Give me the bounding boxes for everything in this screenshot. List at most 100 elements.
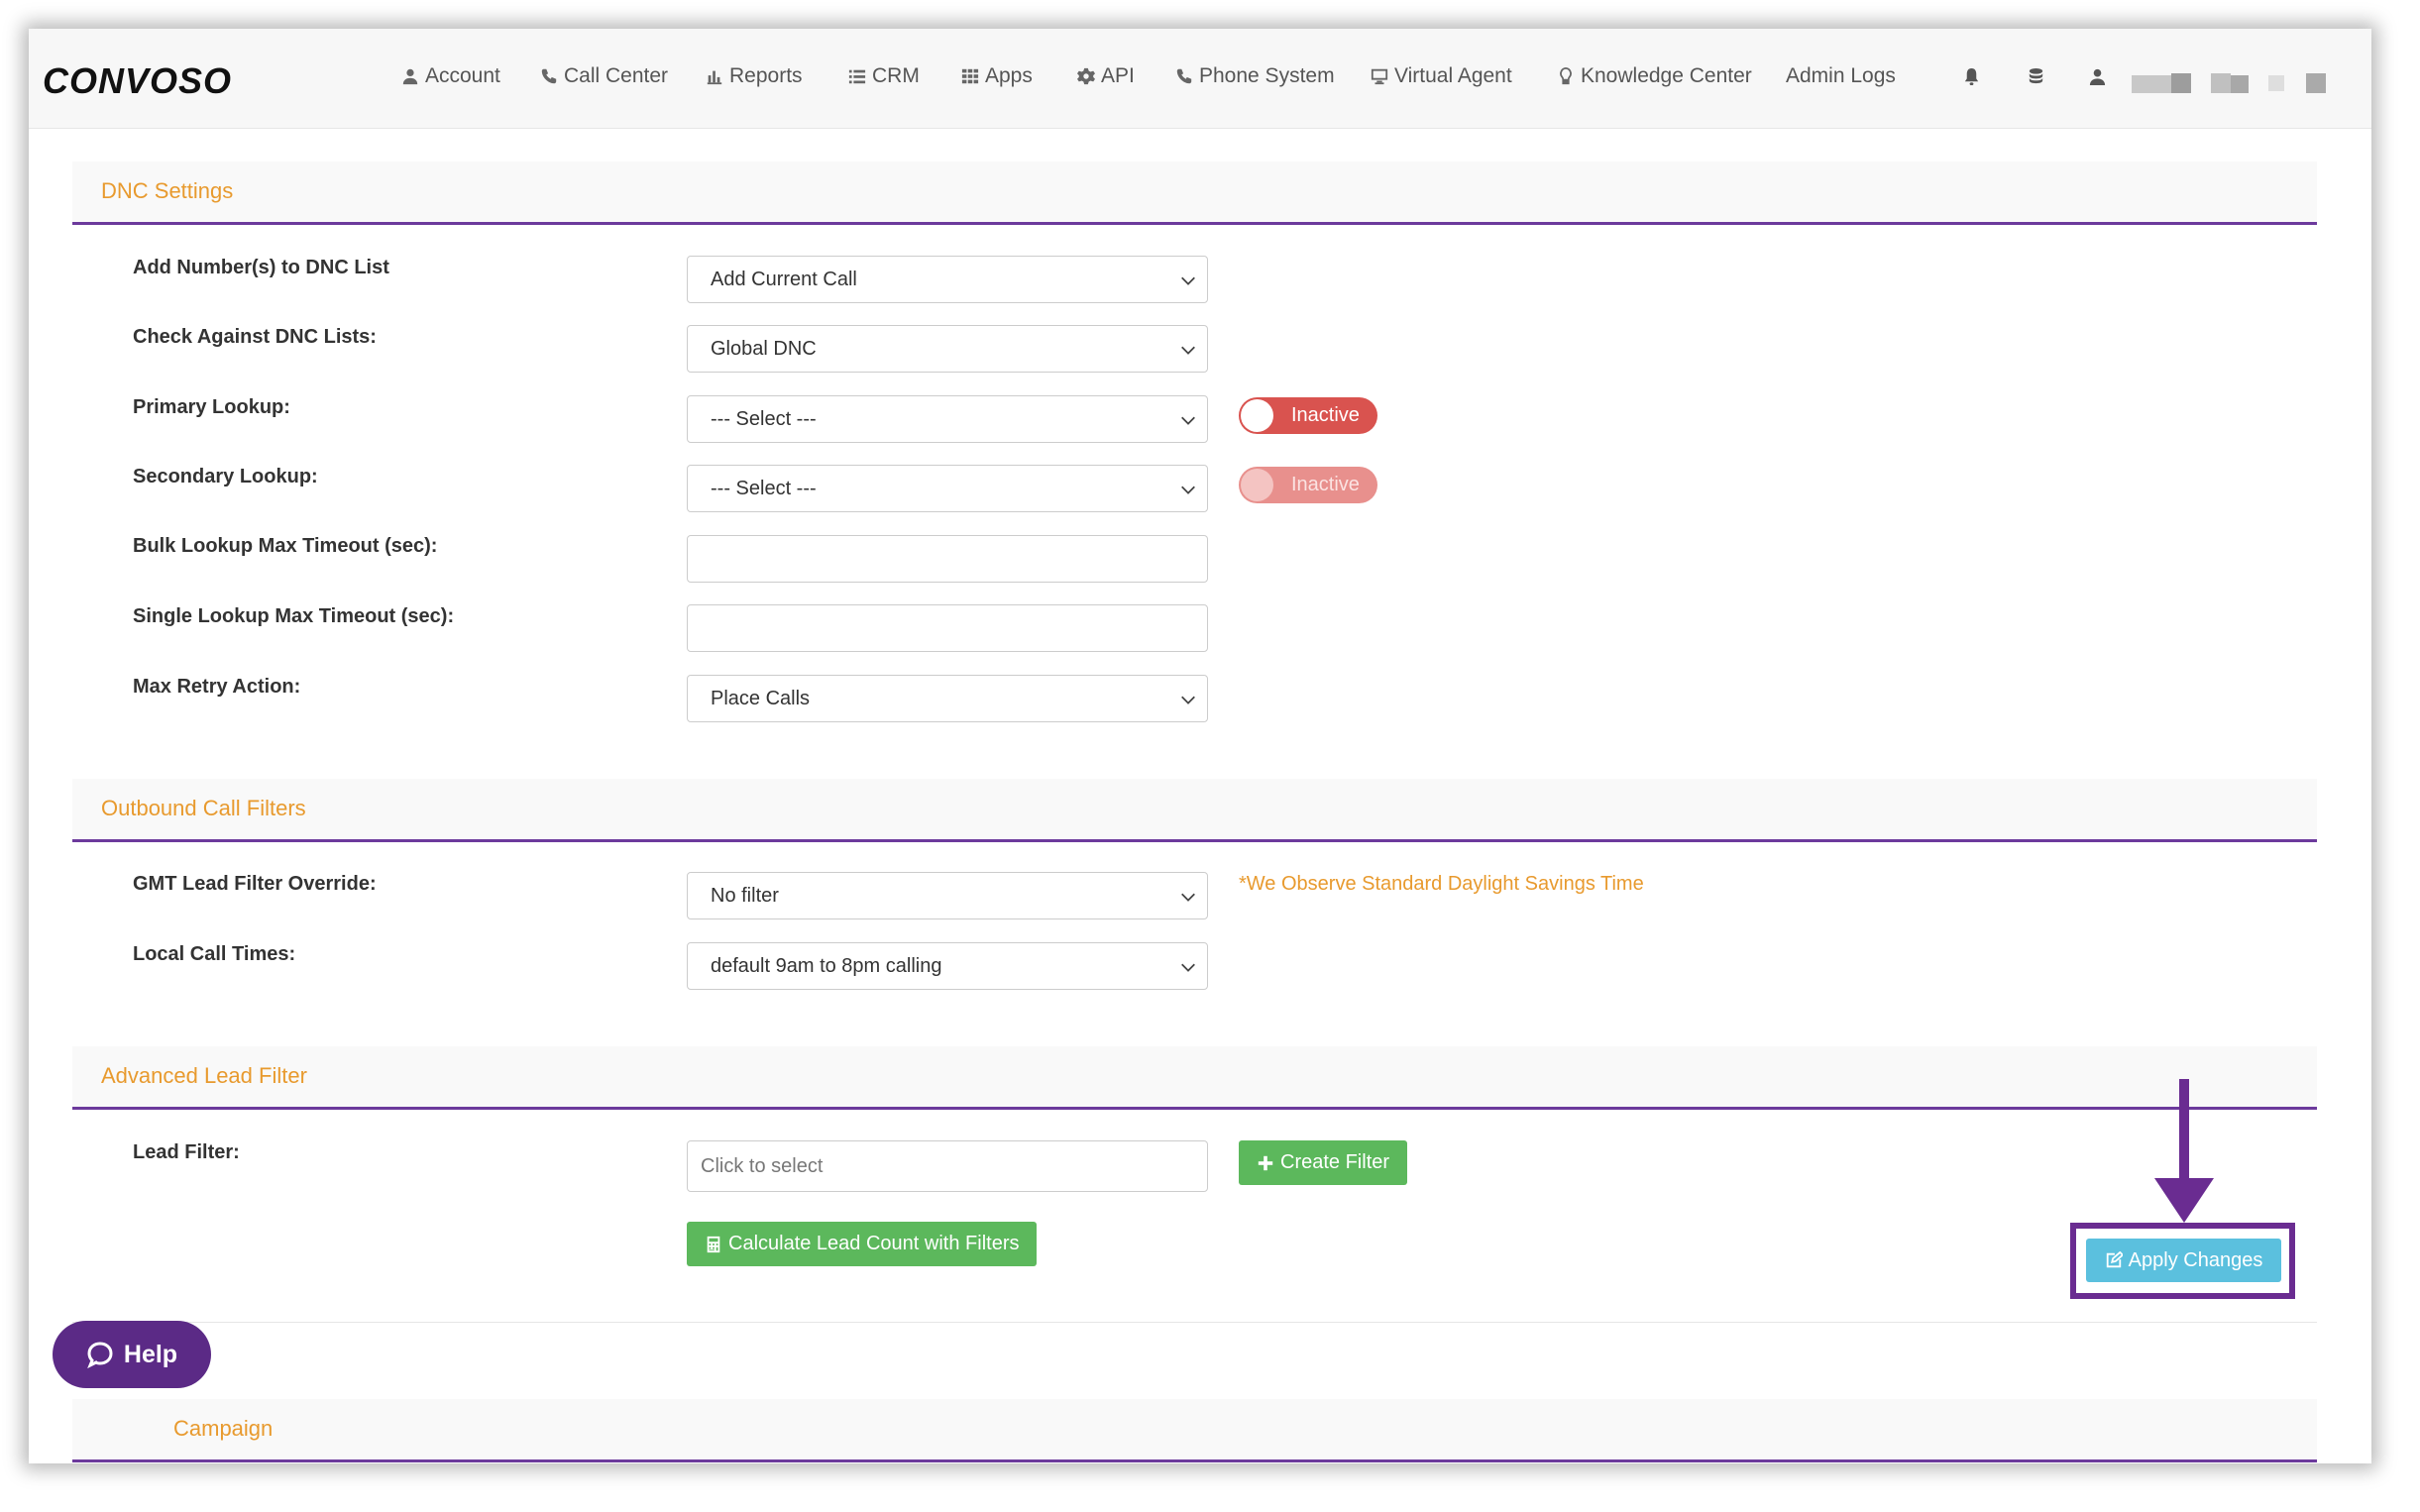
lead-filter-label: Lead Filter: xyxy=(133,1141,240,1163)
bar-chart-icon xyxy=(707,70,722,85)
chevron-down-icon xyxy=(1181,346,1195,355)
nav-account[interactable]: Account xyxy=(401,64,500,88)
secondary-lookup-toggle[interactable]: Inactive xyxy=(1239,467,1377,503)
calculator-icon xyxy=(707,1236,720,1252)
gmt-filter-value: No filter xyxy=(711,885,779,907)
redacted-account-info xyxy=(2132,75,2171,93)
add-numbers-value: Add Current Call xyxy=(711,269,857,290)
apply-changes-label: Apply Changes xyxy=(2128,1248,2263,1271)
toggle-knob xyxy=(1241,399,1273,432)
secondary-lookup-select[interactable]: --- Select --- xyxy=(687,465,1208,512)
bell-icon xyxy=(1964,67,1978,85)
nav-knowledge-center-label: Knowledge Center xyxy=(1581,64,1752,87)
nav-admin-logs-label: Admin Logs xyxy=(1786,64,1896,87)
user-icon xyxy=(2089,68,2105,85)
nav-crm[interactable]: CRM xyxy=(848,64,920,88)
nav-reports[interactable]: Reports xyxy=(706,64,803,88)
convoso-logo[interactable]: CONVOSO xyxy=(43,60,232,102)
nav-knowledge-center[interactable]: Knowledge Center xyxy=(1557,64,1752,88)
create-filter-label: Create Filter xyxy=(1280,1151,1390,1173)
database-button[interactable] xyxy=(2025,64,2046,88)
local-call-times-value: default 9am to 8pm calling xyxy=(711,955,942,977)
single-timeout-input[interactable] xyxy=(687,604,1208,652)
gear-icon xyxy=(1077,67,1095,85)
toggle-knob xyxy=(1241,469,1273,501)
primary-lookup-toggle[interactable]: Inactive xyxy=(1239,397,1377,434)
max-retry-label: Max Retry Action: xyxy=(133,676,301,698)
notifications-button[interactable] xyxy=(1960,64,1982,88)
max-retry-select[interactable]: Place Calls xyxy=(687,675,1208,722)
lead-filter-placeholder: Click to select xyxy=(701,1155,824,1177)
check-lists-label: Check Against DNC Lists: xyxy=(133,326,377,348)
gmt-filter-select[interactable]: No filter xyxy=(687,872,1208,919)
nav-phone-system[interactable]: Phone System xyxy=(1175,64,1335,88)
dnc-settings-title: DNC Settings xyxy=(101,178,234,203)
phone-icon xyxy=(541,68,557,84)
redacted-account-info xyxy=(2268,75,2284,91)
calculate-lead-count-button[interactable]: Calculate Lead Count with Filters xyxy=(687,1222,1038,1266)
annotation-arrow xyxy=(2154,1079,2214,1223)
primary-lookup-status: Inactive xyxy=(1291,404,1360,426)
local-call-times-select[interactable]: default 9am to 8pm calling xyxy=(687,942,1208,990)
bulk-timeout-label: Bulk Lookup Max Timeout (sec): xyxy=(133,535,438,557)
advanced-filter-header: Advanced Lead Filter xyxy=(72,1046,2317,1110)
nav-call-center-label: Call Center xyxy=(564,64,669,87)
check-lists-select[interactable]: Global DNC xyxy=(687,325,1208,373)
create-filter-button[interactable]: Create Filter xyxy=(1239,1140,1408,1185)
nav-virtual-agent-label: Virtual Agent xyxy=(1394,64,1512,87)
help-label: Help xyxy=(123,1340,178,1368)
nav-virtual-agent[interactable]: Virtual Agent xyxy=(1371,64,1512,88)
nav-crm-label: CRM xyxy=(872,64,920,87)
nav-reports-label: Reports xyxy=(729,64,803,87)
profile-button[interactable] xyxy=(2086,64,2108,88)
campaign-section-title: Campaign xyxy=(173,1416,274,1441)
redacted-account-info xyxy=(2231,75,2249,93)
monitor-icon xyxy=(1371,68,1388,85)
database-icon xyxy=(2029,67,2042,83)
redacted-account-info xyxy=(2211,73,2231,93)
chat-bubble-icon xyxy=(87,1342,113,1368)
primary-lookup-value: --- Select --- xyxy=(711,408,817,430)
secondary-lookup-label: Secondary Lookup: xyxy=(133,466,318,487)
advanced-filter-title: Advanced Lead Filter xyxy=(101,1063,307,1088)
plus-icon xyxy=(1258,1155,1273,1170)
chevron-down-icon xyxy=(1181,963,1195,972)
chevron-down-icon xyxy=(1181,416,1195,425)
user-icon xyxy=(402,68,418,85)
help-button[interactable]: Help xyxy=(53,1321,211,1388)
lead-filter-input[interactable]: Click to select xyxy=(687,1140,1208,1192)
add-numbers-select[interactable]: Add Current Call xyxy=(687,256,1208,303)
secondary-lookup-status: Inactive xyxy=(1291,474,1360,495)
nav-apps[interactable]: Apps xyxy=(961,64,1033,88)
primary-lookup-select[interactable]: --- Select --- xyxy=(687,395,1208,443)
calculate-lead-count-label: Calculate Lead Count with Filters xyxy=(728,1233,1020,1254)
nav-phone-system-label: Phone System xyxy=(1199,64,1335,87)
nav-account-label: Account xyxy=(425,64,500,87)
nav-admin-logs[interactable]: Admin Logs xyxy=(1786,64,1896,88)
bulk-timeout-input[interactable] xyxy=(687,535,1208,583)
edit-icon xyxy=(2106,1251,2123,1268)
chevron-down-icon xyxy=(1181,696,1195,704)
chevron-down-icon xyxy=(1181,486,1195,494)
primary-lookup-label: Primary Lookup: xyxy=(133,396,290,418)
app-window: CONVOSO Account Call Center Reports CRM … xyxy=(29,29,2371,1463)
single-timeout-label: Single Lookup Max Timeout (sec): xyxy=(133,605,455,627)
apply-changes-button[interactable]: Apply Changes xyxy=(2086,1239,2281,1282)
nav-call-center[interactable]: Call Center xyxy=(540,64,668,88)
phone-icon xyxy=(1176,68,1192,84)
secondary-lookup-value: --- Select --- xyxy=(711,478,817,499)
local-call-times-label: Local Call Times: xyxy=(133,943,296,965)
add-numbers-label: Add Number(s) to DNC List xyxy=(133,257,389,278)
redacted-account-info xyxy=(2306,73,2326,93)
lightbulb-icon xyxy=(1560,67,1572,85)
campaign-section-header: Campaign xyxy=(72,1399,2317,1462)
top-navbar: CONVOSO Account Call Center Reports CRM … xyxy=(29,29,2371,129)
main-content: DNC Settings Add Number(s) to DNC List A… xyxy=(72,129,2347,1463)
max-retry-value: Place Calls xyxy=(711,688,811,709)
nav-api[interactable]: API xyxy=(1077,64,1135,88)
gmt-filter-label: GMT Lead Filter Override: xyxy=(133,873,377,895)
list-icon xyxy=(848,69,866,84)
grid-icon xyxy=(961,68,979,84)
actions-divider xyxy=(72,1322,2317,1323)
redacted-account-info xyxy=(2171,73,2191,93)
